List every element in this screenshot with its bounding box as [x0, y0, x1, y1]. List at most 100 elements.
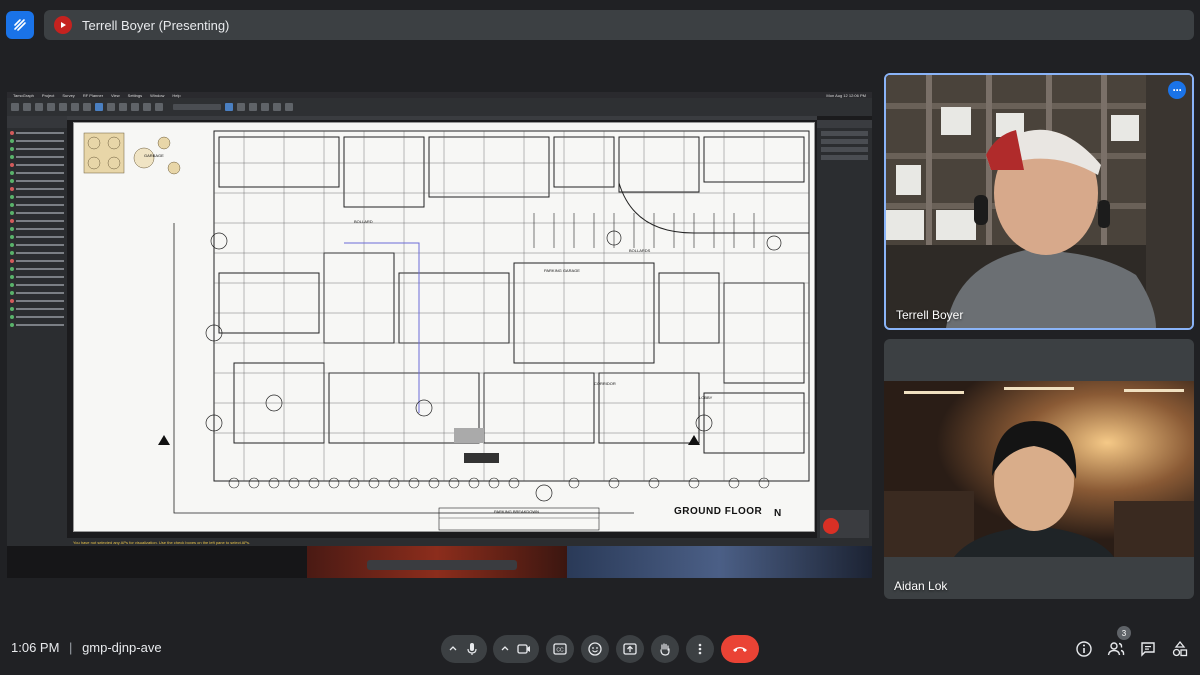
presenter-label: Terrell Boyer (Presenting): [82, 17, 230, 33]
ap-list-item[interactable]: [10, 178, 64, 184]
meet-companion-icon[interactable]: [6, 11, 34, 39]
present-icon: [54, 16, 72, 34]
menubar-item[interactable]: View: [111, 93, 120, 98]
menubar-app-name: TamoGraph: [13, 92, 34, 98]
ap-list-item[interactable]: [10, 306, 64, 312]
toolbar-button[interactable]: [237, 103, 245, 111]
ap-list-item[interactable]: [10, 314, 64, 320]
app-toolbar: [7, 98, 872, 116]
ap-list-item[interactable]: [10, 274, 64, 280]
ap-list-item[interactable]: [10, 210, 64, 216]
toolbar-button[interactable]: [35, 103, 43, 111]
toolbar-button[interactable]: [225, 103, 233, 111]
participant-name: Aidan Lok: [894, 579, 948, 593]
captions-icon[interactable]: CC: [546, 635, 574, 663]
ap-list-item[interactable]: [10, 282, 64, 288]
people-icon[interactable]: [1105, 638, 1127, 660]
more-options-icon[interactable]: ···: [1168, 81, 1186, 99]
plan-label: GARBAGE: [144, 153, 164, 158]
ap-list-item[interactable]: [10, 218, 64, 224]
ap-list-item[interactable]: [10, 250, 64, 256]
more-vert-icon[interactable]: [686, 635, 714, 663]
ap-list-item[interactable]: [10, 162, 64, 168]
ap-list-item[interactable]: [10, 298, 64, 304]
toolbar-button[interactable]: [273, 103, 281, 111]
plan-label: CORRIDOR: [594, 381, 616, 386]
toolbar-button[interactable]: [95, 103, 103, 111]
shared-screen: TamoGraph Project Survey RF Planner View…: [7, 92, 872, 578]
ap-list-item[interactable]: [10, 154, 64, 160]
ap-list-item[interactable]: [10, 258, 64, 264]
toolbar-button[interactable]: [71, 103, 79, 111]
parking-breakdown-title: PARKING BREAKDOWN: [494, 509, 540, 514]
chevron-up-icon[interactable]: [500, 644, 510, 654]
svg-text:CC: CC: [556, 648, 564, 654]
ap-list-item[interactable]: [10, 226, 64, 232]
panel-item[interactable]: [821, 139, 868, 144]
mic-control[interactable]: [441, 635, 487, 663]
meeting-code: gmp-djnp-ave: [82, 640, 162, 655]
toolbar-button[interactable]: [155, 103, 163, 111]
camera-control[interactable]: [493, 635, 539, 663]
toolbar-button[interactable]: [59, 103, 67, 111]
panel-item[interactable]: [821, 147, 868, 152]
video-feed: [884, 381, 1194, 557]
ap-list-panel: [7, 116, 67, 546]
floor-plan-canvas[interactable]: GROUND FLOOR N BOLLARD BOLLARDS PARKING …: [73, 122, 815, 532]
menubar-item[interactable]: Window: [150, 93, 164, 98]
ap-list-item[interactable]: [10, 266, 64, 272]
ap-list-item[interactable]: [10, 234, 64, 240]
warning-message: You have not selected any APs for visual…: [73, 540, 251, 545]
ap-list-item[interactable]: [10, 202, 64, 208]
info-icon[interactable]: [1073, 638, 1095, 660]
toolbar-button[interactable]: [119, 103, 127, 111]
mac-dock[interactable]: [367, 560, 517, 570]
raise-hand-icon[interactable]: [651, 635, 679, 663]
meeting-time: 1:06 PM: [11, 640, 60, 655]
visualization-select[interactable]: [173, 104, 221, 110]
emoji-icon[interactable]: [581, 635, 609, 663]
ap-list-item[interactable]: [10, 290, 64, 296]
participant-tile-terrell[interactable]: ··· Terrell Boyer: [884, 73, 1194, 330]
microphone-icon[interactable]: [464, 641, 480, 657]
ap-list-item[interactable]: [10, 138, 64, 144]
toolbar-button[interactable]: [131, 103, 139, 111]
ap-list-item[interactable]: [10, 322, 64, 328]
ap-list-item[interactable]: [10, 194, 64, 200]
ap-list-item[interactable]: [10, 186, 64, 192]
activities-icon[interactable]: [1169, 638, 1191, 660]
toolbar-button[interactable]: [11, 103, 19, 111]
toolbar-button[interactable]: [261, 103, 269, 111]
toolbar-button[interactable]: [285, 103, 293, 111]
north-arrow: N: [774, 508, 782, 519]
video-feed: [886, 75, 1192, 328]
document-title-bar: [67, 116, 817, 120]
menubar-item[interactable]: Help: [172, 93, 180, 98]
meeting-info: 1:06 PM | gmp-djnp-ave: [11, 640, 162, 655]
menubar-item[interactable]: Project: [42, 93, 54, 98]
floor-plan-drawing: [83, 130, 810, 531]
menubar-item[interactable]: Survey: [62, 93, 74, 98]
plan-label: BOLLARDS: [629, 248, 651, 253]
end-call-icon[interactable]: [721, 635, 759, 663]
ap-list-item[interactable]: [10, 146, 64, 152]
toolbar-button[interactable]: [83, 103, 91, 111]
menubar-item[interactable]: RF Planner: [83, 93, 103, 98]
ap-list-item[interactable]: [10, 170, 64, 176]
toolbar-button[interactable]: [47, 103, 55, 111]
chevron-up-icon[interactable]: [448, 644, 458, 654]
ap-list-item[interactable]: [10, 242, 64, 248]
toolbar-button[interactable]: [143, 103, 151, 111]
toolbar-button[interactable]: [107, 103, 115, 111]
plan-label: PARKING GARAGE: [544, 268, 580, 273]
panel-item[interactable]: [821, 155, 868, 160]
ap-list-item[interactable]: [10, 130, 64, 136]
participant-tile-aidan[interactable]: Aidan Lok: [884, 339, 1194, 599]
menubar-item[interactable]: Settings: [128, 93, 142, 98]
camera-icon[interactable]: [516, 641, 532, 657]
toolbar-button[interactable]: [249, 103, 257, 111]
panel-item[interactable]: [821, 131, 868, 136]
present-now-icon[interactable]: [616, 635, 644, 663]
toolbar-button[interactable]: [23, 103, 31, 111]
chat-icon[interactable]: [1137, 638, 1159, 660]
